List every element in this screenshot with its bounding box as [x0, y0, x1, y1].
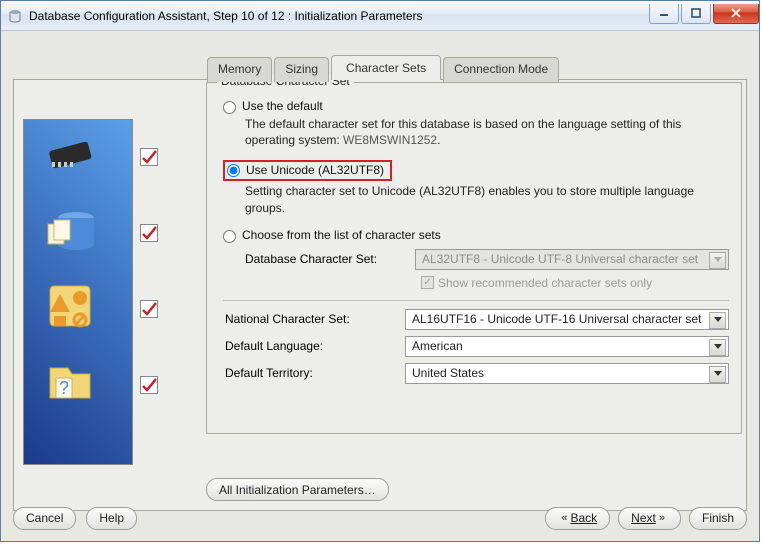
national-charset-row: National Character Set: AL16UTF16 - Unic…: [225, 309, 729, 330]
db-charset-select: AL32UTF8 - Unicode UTF-8 Universal chara…: [415, 249, 729, 270]
bottom-bar: Cancel Help «Back Next» Finish: [13, 503, 747, 533]
window-frame: Database Configuration Assistant, Step 1…: [0, 0, 760, 542]
use-default-desc-post: .: [437, 133, 440, 147]
default-language-row: Default Language: American: [225, 336, 729, 357]
sidebar-step-2: [42, 202, 122, 278]
svg-text:?: ?: [59, 378, 69, 398]
national-charset-label: National Character Set:: [225, 312, 395, 326]
db-charset-label: Database Character Set:: [245, 252, 405, 266]
tab-character-sets[interactable]: Character Sets: [331, 55, 441, 80]
default-territory-value: United States: [412, 366, 484, 380]
default-territory-label: Default Territory:: [225, 366, 395, 380]
wizard-sidebar: ?: [23, 119, 133, 465]
content-area: Memory Sizing Character Sets Connection …: [1, 31, 759, 541]
all-init-params-button[interactable]: All Initialization Parameters…: [206, 478, 389, 501]
default-language-label: Default Language:: [225, 339, 395, 353]
use-unicode-desc: Setting character set to Unicode (AL32UT…: [245, 183, 729, 215]
radio-use-unicode-label: Use Unicode (AL32UTF8): [246, 163, 384, 177]
chevron-down-icon: [714, 371, 722, 376]
tabs: Memory Sizing Character Sets Connection …: [207, 57, 559, 82]
sidebar-step-3: [42, 278, 122, 354]
all-params-wrap: All Initialization Parameters…: [206, 478, 389, 501]
minimize-button[interactable]: [649, 4, 679, 24]
radio-choose-list[interactable]: [223, 230, 236, 243]
sidebar-step-1: [42, 126, 122, 202]
radio-choose-list-row: Choose from the list of character sets: [223, 228, 729, 243]
chevron-down-icon: [714, 257, 722, 262]
db-charset-row: Database Character Set: AL32UTF8 - Unico…: [245, 249, 729, 270]
default-language-value: American: [412, 339, 463, 353]
use-default-desc: The default character set for this datab…: [245, 116, 729, 148]
recommended-only-checkbox: ✓: [421, 276, 434, 289]
tab-connection-mode[interactable]: Connection Mode: [443, 57, 559, 82]
maximize-button[interactable]: [681, 4, 711, 24]
app-icon: [7, 8, 23, 24]
default-territory-select[interactable]: United States: [405, 363, 729, 384]
national-section: National Character Set: AL16UTF16 - Unic…: [223, 309, 729, 384]
radio-use-default[interactable]: [223, 101, 236, 114]
national-charset-value: AL16UTF16 - Unicode UTF-16 Universal cha…: [412, 312, 701, 326]
radio-use-unicode-row: Use Unicode (AL32UTF8): [223, 160, 729, 181]
radio-use-default-row: Use the default: [223, 99, 729, 114]
chevron-down-icon: [714, 317, 722, 322]
cancel-button[interactable]: Cancel: [13, 507, 76, 530]
back-arrow-icon: «: [561, 512, 567, 524]
default-language-select[interactable]: American: [405, 336, 729, 357]
check-icon: [140, 224, 158, 242]
window-buttons: [649, 4, 759, 24]
radio-use-unicode[interactable]: [227, 164, 240, 177]
divider: [223, 300, 729, 301]
use-default-desc-pre: The default character set for this datab…: [245, 117, 681, 147]
db-charset-value: AL32UTF8 - Unicode UTF-8 Universal chara…: [422, 252, 698, 266]
next-button[interactable]: Next»: [618, 507, 681, 530]
recommended-only-row: ✓ Show recommended character sets only: [421, 276, 729, 290]
back-button[interactable]: «Back: [545, 507, 610, 530]
help-button[interactable]: Help: [86, 507, 137, 530]
finish-label: Finish: [702, 511, 734, 525]
back-label: Back: [570, 511, 597, 525]
next-label: Next: [631, 511, 656, 525]
radio-choose-list-label: Choose from the list of character sets: [242, 228, 441, 242]
window-title: Database Configuration Assistant, Step 1…: [29, 9, 649, 23]
sidebar-step-4: ?: [42, 354, 122, 430]
check-icon: [140, 376, 158, 394]
default-territory-row: Default Territory: United States: [225, 363, 729, 384]
tab-memory[interactable]: Memory: [207, 57, 272, 82]
radio-use-default-label: Use the default: [242, 99, 323, 113]
finish-button[interactable]: Finish: [689, 507, 747, 530]
recommended-only-label: Show recommended character sets only: [438, 276, 652, 290]
check-icon: [140, 300, 158, 318]
os-charset: WE8MSWIN1252: [343, 133, 437, 147]
chevron-down-icon: [714, 344, 722, 349]
tab-sizing[interactable]: Sizing: [274, 57, 329, 82]
next-arrow-icon: »: [659, 512, 665, 524]
charset-groupbox: Database Character Set Use the default T…: [206, 82, 742, 434]
titlebar[interactable]: Database Configuration Assistant, Step 1…: [1, 1, 759, 31]
national-charset-select[interactable]: AL16UTF16 - Unicode UTF-16 Universal cha…: [405, 309, 729, 330]
unicode-highlight: Use Unicode (AL32UTF8): [223, 160, 392, 181]
check-icon: [140, 148, 158, 166]
close-button[interactable]: [713, 4, 759, 24]
